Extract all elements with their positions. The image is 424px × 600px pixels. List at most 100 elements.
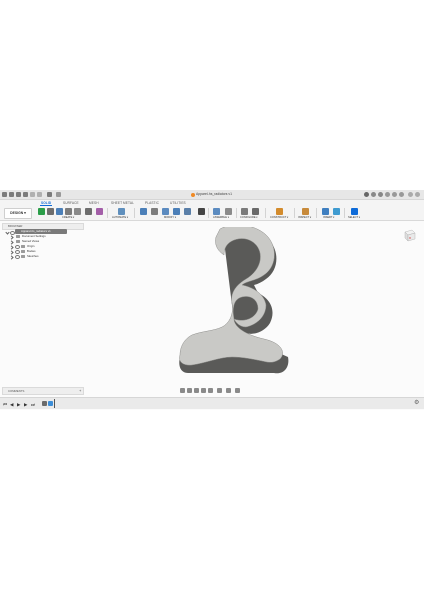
inspect-menu[interactable]: INSPECT ▾: [298, 216, 311, 219]
help-icon[interactable]: [392, 192, 397, 197]
new-component-icon[interactable]: [213, 207, 220, 215]
app-menu-icon[interactable]: [2, 192, 7, 197]
timeline-previous-button[interactable]: ◀: [10, 402, 13, 407]
select-menu[interactable]: SELECT ▾: [348, 216, 360, 219]
folder-icon: [21, 255, 25, 258]
undo-icon[interactable]: [30, 192, 35, 197]
zoom-icon[interactable]: [201, 388, 206, 393]
extensions-icon[interactable]: [371, 192, 376, 197]
assemble-menu[interactable]: ASSEMBLE ▾: [213, 216, 229, 219]
chamfer-icon[interactable]: [162, 207, 169, 215]
pan-icon[interactable]: [194, 388, 199, 393]
ribbon-separator: [294, 208, 295, 218]
display-settings-icon[interactable]: [217, 388, 222, 393]
create-menu[interactable]: CREATE ▾: [62, 216, 74, 219]
timeline-next-button[interactable]: ▶: [24, 402, 27, 407]
insert-derive-icon[interactable]: [322, 207, 329, 215]
view-cube[interactable]: [402, 228, 416, 242]
fillet-icon[interactable]: [151, 207, 158, 215]
construct-menu[interactable]: CONSTRUCT ▾: [270, 216, 288, 219]
grid-settings-icon[interactable]: [226, 388, 231, 393]
mirror-icon[interactable]: [96, 207, 103, 215]
tab-surface[interactable]: SURFACE: [63, 201, 79, 206]
combine-icon[interactable]: [184, 207, 191, 215]
select-icon[interactable]: [351, 207, 358, 215]
3d-model-hook[interactable]: [176, 227, 294, 377]
ribbon-separator: [265, 208, 266, 218]
account-avatar[interactable]: [399, 192, 404, 197]
comments-panel[interactable]: COMMENTS +: [2, 387, 84, 395]
ribbon-separator: [134, 208, 135, 218]
folder-icon: [16, 240, 20, 243]
job-status-icon[interactable]: [378, 192, 383, 197]
visibility-eye-icon[interactable]: [15, 255, 20, 260]
insert-image-icon[interactable]: [333, 207, 340, 215]
timeline-sketch-feature[interactable]: [42, 400, 47, 406]
ribbon-separator: [344, 208, 345, 218]
workspace-switcher-button[interactable]: DESIGN ▾: [4, 208, 32, 219]
timeline-extrude-feature[interactable]: [48, 400, 53, 406]
extrude-icon[interactable]: [47, 207, 54, 215]
look-at-icon[interactable]: [187, 388, 192, 393]
window-close-icon[interactable]: [415, 192, 420, 197]
new-tab-icon[interactable]: [364, 192, 369, 197]
hole-icon[interactable]: [65, 207, 72, 215]
move-icon[interactable]: [198, 207, 205, 215]
automate-menu[interactable]: AUTOMATE ▾: [112, 216, 128, 219]
comments-title: COMMENTS: [8, 389, 25, 393]
timeline-bar: ⏮ ◀ ▶ ▶ ⏭ ⚙: [0, 397, 424, 409]
ribbon-separator: [107, 208, 108, 218]
folder-icon: [21, 245, 25, 248]
orbit-icon[interactable]: [180, 388, 185, 393]
viewports-icon[interactable]: [235, 388, 240, 393]
insert-menu[interactable]: INSERT ▾: [323, 216, 334, 219]
navigation-bar: [178, 387, 248, 394]
automate-icon[interactable]: [118, 207, 125, 215]
measure-icon[interactable]: [302, 207, 309, 215]
ribbon-separator: [208, 208, 209, 218]
fit-icon[interactable]: [208, 388, 213, 393]
press-pull-icon[interactable]: [140, 207, 147, 215]
modify-menu[interactable]: MODIFY ▾: [164, 216, 176, 219]
fusion-window: Apparel-hs_radiators v1 SOLID SURFACE ME…: [0, 190, 424, 410]
add-comment-button[interactable]: +: [79, 388, 81, 394]
home-icon[interactable]: [47, 192, 52, 197]
view-cube-icon[interactable]: [402, 228, 416, 242]
timeline-last-button[interactable]: ⏭: [31, 402, 35, 407]
timeline-marker[interactable]: [54, 399, 55, 408]
close-tab-icon[interactable]: [56, 192, 61, 197]
timeline-first-button[interactable]: ⏮: [3, 402, 7, 407]
toolbar-ribbon: DESIGN ▾ CREATE ▾ AUTOMATE ▾ MODIFY ▾ AS…: [0, 206, 424, 221]
tab-plastic[interactable]: PLASTIC: [145, 201, 159, 206]
save-icon[interactable]: [23, 192, 28, 197]
expand-arrow-icon[interactable]: [9, 254, 14, 260]
minimize-icon[interactable]: [408, 192, 413, 197]
ribbon-separator: [316, 208, 317, 218]
configuration-table-icon[interactable]: [252, 207, 259, 215]
revolve-icon[interactable]: [56, 207, 63, 215]
browser-panel: BROWSER Apparel-hs_radiators v1 Document…: [2, 223, 84, 273]
ribbon-separator: [236, 208, 237, 218]
joint-icon[interactable]: [225, 207, 232, 215]
parameters-icon[interactable]: [241, 207, 248, 215]
data-panel-icon[interactable]: [9, 192, 14, 197]
notifications-icon[interactable]: [385, 192, 390, 197]
offset-plane-icon[interactable]: [276, 207, 283, 215]
settings-gear-icon: [16, 235, 20, 238]
timeline-play-button[interactable]: ▶: [17, 402, 20, 407]
redo-icon[interactable]: [37, 192, 42, 197]
tab-utilities[interactable]: UTILITIES: [170, 201, 186, 206]
configure-menu[interactable]: CONFIGURE ▾: [240, 216, 258, 219]
box-icon[interactable]: [74, 207, 81, 215]
document-title: Apparel-hs_radiators v1: [196, 192, 232, 196]
create-sketch-icon[interactable]: [38, 207, 45, 215]
pattern-icon[interactable]: [85, 207, 92, 215]
file-menu-icon[interactable]: [16, 192, 21, 197]
title-bar: Apparel-hs_radiators v1: [0, 190, 424, 200]
tab-sheet-metal[interactable]: SHEET METAL: [111, 201, 134, 206]
timeline-settings-gear-icon[interactable]: ⚙: [414, 400, 419, 407]
browser-item-label: Sketches: [27, 254, 39, 258]
browser-item-sketches[interactable]: Sketches: [2, 254, 82, 260]
shell-icon[interactable]: [173, 207, 180, 215]
tab-mesh[interactable]: MESH: [89, 201, 99, 206]
